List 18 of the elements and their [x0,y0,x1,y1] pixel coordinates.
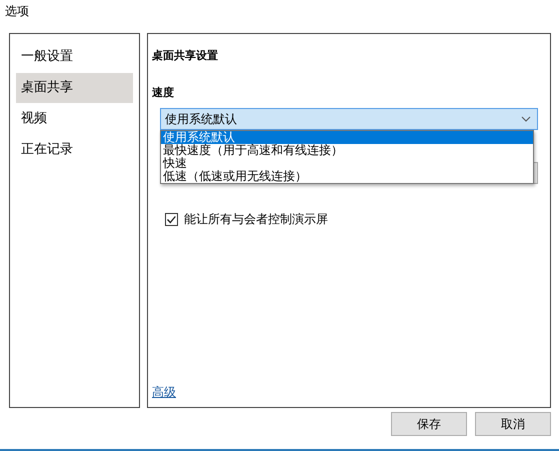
speed-dropdown[interactable]: 使用系统默认 [160,108,538,130]
sidebar-item[interactable]: 正在记录 [16,135,133,165]
dropdown-option[interactable]: 低速（低速或用无线连接） [161,170,533,183]
advanced-link[interactable]: 高级 [152,384,176,401]
dropdown-option[interactable]: 快速 [161,157,533,170]
checkbox[interactable] [165,213,178,226]
dialog-button[interactable]: 取消 [475,412,551,436]
sidebar-item[interactable]: 桌面共享 [16,73,133,103]
dialog-button[interactable]: 保存 [391,412,467,436]
section-heading: 桌面共享设置 [152,48,219,63]
sidebar-item[interactable]: 视频 [16,104,133,134]
dropdown-option[interactable]: 最快速度（用于高速和有线连接） [161,144,533,157]
dropdown-option[interactable]: 使用系统默认 [161,131,533,144]
speed-label: 速度 [152,85,175,100]
checkbox-label: 能让所有与会者控制演示屏 [184,211,328,228]
window-title: 选项 [4,3,30,20]
sidebar-item[interactable]: 一般设置 [16,42,133,72]
chevron-down-icon [521,116,531,122]
